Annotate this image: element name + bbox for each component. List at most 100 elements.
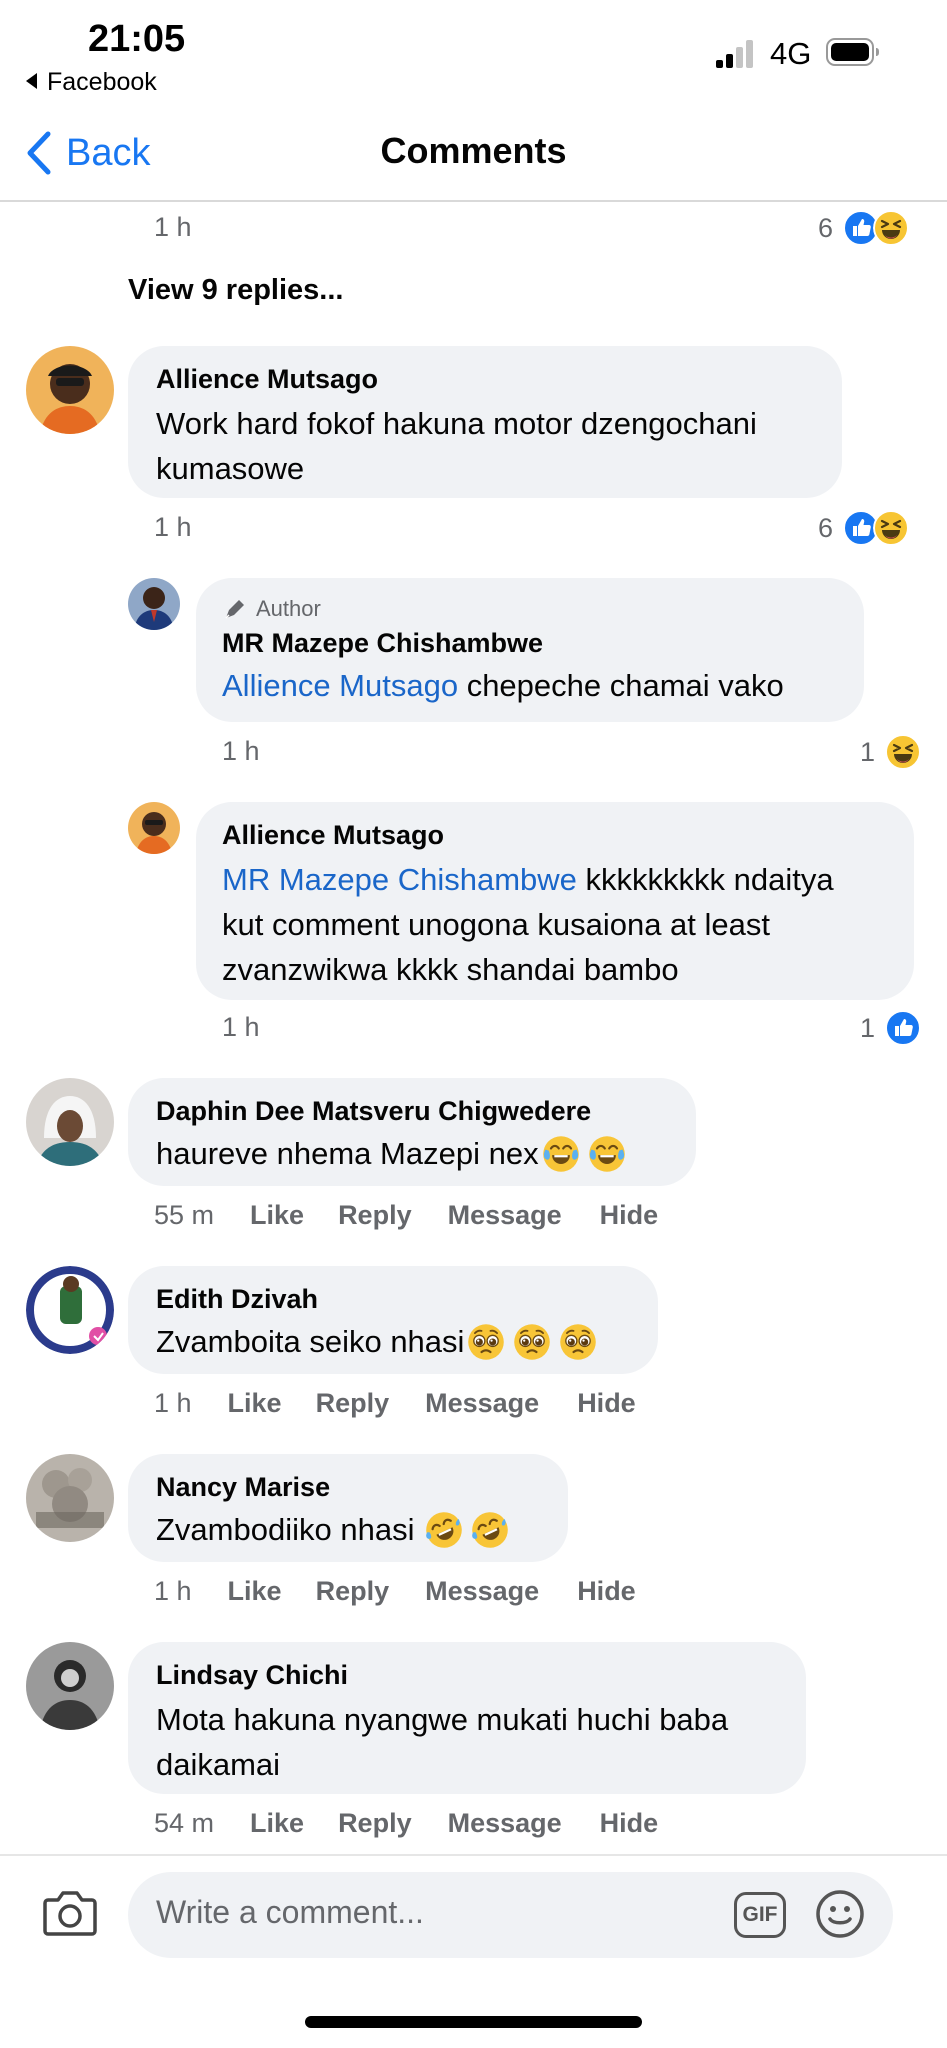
rolling-laughing-emoji [424,1510,464,1550]
reaction-count: 1 [860,1012,876,1043]
hide-button[interactable]: Hide [600,1200,659,1231]
status-time: 21:05 [88,18,186,60]
reply-content: Author MR Mazepe Chishambwe Allience Mut… [222,596,852,708]
message-button[interactable]: Message [448,1808,562,1839]
like-button[interactable]: Like [228,1388,282,1419]
commenter-name[interactable]: Allience Mutsago [222,820,912,851]
comment-time: 1 h [222,736,260,766]
reaction-summary[interactable]: 6 [818,510,909,546]
hide-button[interactable]: Hide [577,1388,636,1419]
comment-text-body: Zvambodiiko nhasi [156,1512,415,1547]
reply-button[interactable]: Reply [338,1200,412,1231]
signal-icon [716,38,760,68]
reaction-summary[interactable]: 6 [818,210,909,246]
message-button[interactable]: Message [425,1388,539,1419]
comment-input[interactable]: Write a comment... [156,1894,424,1931]
pen-icon [225,600,244,619]
message-button[interactable]: Message [425,1576,539,1607]
battery-icon [826,38,879,66]
reaction-count: 1 [860,736,876,767]
commenter-name[interactable]: Edith Dzivah [156,1284,656,1315]
avatar[interactable] [26,1454,114,1542]
reply-text-body: kkkkkkkkk ndaitya [576,862,834,897]
mention-link[interactable]: MR Mazepe Chishambwe [222,862,577,897]
comment-content: Allience Mutsago Work hard fokof hakuna … [156,364,836,491]
tears-of-joy-emoji [541,1134,581,1174]
haha-reaction-icon [873,510,909,546]
hide-button[interactable]: Hide [600,1808,659,1839]
comment-text: Zvambodiiko nhasi [156,1507,556,1552]
comment-time: 54 m [154,1808,215,1838]
camera-icon[interactable] [42,1888,98,1938]
like-reaction-icon [885,1010,921,1046]
comment-time: 1 h [222,1012,260,1042]
comment-time: 55 m [154,1200,215,1230]
like-button[interactable]: Like [228,1576,282,1607]
reply-button[interactable]: Reply [316,1576,390,1607]
smiley-icon[interactable] [814,1888,866,1940]
comment-text: Zvamboita seiko nhasi [156,1319,656,1364]
header-divider [0,200,947,202]
rolling-laughing-emoji [470,1510,510,1550]
back-to-app-link[interactable]: Facebook [26,68,157,97]
reply-text-line: zvanzwikwa kkkk shandai bambo [222,952,679,987]
avatar[interactable] [26,346,114,434]
pleading-face-emoji [512,1322,552,1362]
pleading-face-emoji [466,1322,506,1362]
home-indicator[interactable] [305,2016,642,2028]
comment-time: 1 h [154,512,192,542]
reply-text-line: MR Mazepe Chishambwe kkkkkkkkk ndaitya [222,857,912,902]
comment-content: Nancy Marise Zvambodiiko nhasi [156,1472,556,1552]
comment-actions: 54 m Like Reply Message Hide [154,1808,658,1839]
reply-text-line: kut comment unogona kusaiona at least [222,907,771,942]
comment-text-body: Zvamboita seiko nhasi [156,1324,465,1359]
comment-text-line: Mota hakuna nyangwe mukati huchi baba [156,1702,729,1737]
mention-link[interactable]: Allience Mutsago [222,668,458,703]
comment-actions: 1 h Like Reply Message Hide [154,1388,636,1419]
comment-text-line: Work hard fokof hakuna motor dzengochani [156,406,757,441]
tears-of-joy-emoji [587,1134,627,1174]
like-button[interactable]: Like [250,1808,304,1839]
like-button[interactable]: Like [250,1200,304,1231]
author-badge-label: Author [256,596,321,621]
hide-button[interactable]: Hide [577,1576,636,1607]
avatar[interactable] [128,578,180,630]
comment-text-line: daikamai [156,1747,281,1782]
commenter-name[interactable]: Lindsay Chichi [156,1660,796,1691]
reply-button[interactable]: Reply [316,1388,390,1419]
message-button[interactable]: Message [448,1200,562,1231]
composer-divider [0,1854,947,1856]
comment-text-body: haureve nhema Mazepi nex [156,1136,539,1171]
network-label: 4G [770,36,812,71]
back-app-label: Facebook [47,68,157,96]
view-replies-link[interactable]: View 9 replies... [128,274,343,307]
commenter-name[interactable]: MR Mazepe Chishambwe [222,628,852,659]
comment-content: Edith Dzivah Zvamboita seiko nhasi [156,1284,656,1364]
comment-actions: 1 h Like Reply Message Hide [154,1576,636,1607]
comment-content: Lindsay Chichi Mota hakuna nyangwe mukat… [156,1660,796,1787]
commenter-name[interactable]: Nancy Marise [156,1472,556,1503]
avatar[interactable] [26,1642,114,1730]
comment-time: 1 h [154,1576,192,1606]
reply-text: Allience Mutsago chepeche chamai vako [222,663,852,708]
comment-content: Daphin Dee Matsveru Chigwedere haureve n… [156,1096,696,1176]
avatar[interactable] [26,1078,114,1166]
reply-text-body: chepeche chamai vako [458,668,784,703]
pleading-face-emoji [558,1322,598,1362]
comment-text-line: kumasowe [156,451,305,486]
reaction-summary[interactable]: 1 [860,1010,921,1046]
comment-time: 1 h [154,212,192,242]
reaction-summary[interactable]: 1 [860,734,921,770]
haha-reaction-icon [885,734,921,770]
commenter-name[interactable]: Allience Mutsago [156,364,836,395]
commenter-name[interactable]: Daphin Dee Matsveru Chigwedere [156,1096,696,1127]
page-title: Comments [380,130,567,171]
haha-reaction-icon [873,210,909,246]
reply-button[interactable]: Reply [338,1808,412,1839]
gif-icon[interactable]: GIF [734,1892,786,1938]
reaction-count: 6 [818,512,834,543]
avatar[interactable] [128,802,180,854]
comment-time: 1 h [154,1388,192,1418]
reply-content: Allience Mutsago MR Mazepe Chishambwe kk… [222,820,912,992]
avatar[interactable] [26,1266,114,1354]
